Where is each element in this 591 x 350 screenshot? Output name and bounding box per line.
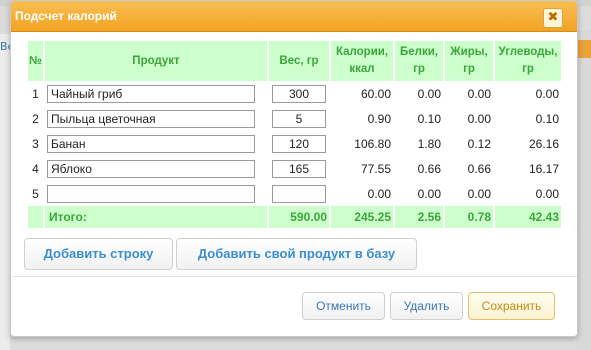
protein-value: 1.80 [417, 136, 441, 151]
table-row: 5 0.00 0.00 0.00 0.00 [28, 181, 561, 206]
carbs-value: 0.10 [535, 111, 559, 126]
row-index: 4 [32, 161, 39, 176]
header-product: Продукт [45, 41, 267, 81]
total-row: Итого: 590.00 245.25 2.56 0.78 42.43 [28, 206, 561, 228]
header-index: № [28, 41, 43, 81]
weight-input[interactable] [272, 134, 326, 153]
carbs-value: 0.00 [535, 186, 559, 201]
product-cell [45, 156, 267, 181]
header-weight: Вес, гр [269, 41, 329, 81]
calories-value: 106.80 [354, 136, 391, 151]
dialog-title: Подсчет калорий [15, 9, 117, 23]
save-button[interactable]: Сохранить [468, 292, 555, 320]
background-orange-bar [576, 40, 591, 58]
protein-value: 0.00 [417, 86, 441, 101]
weight-cell [269, 181, 329, 206]
total-carbs: 42.43 [495, 206, 561, 228]
total-fat: 0.78 [445, 206, 493, 228]
header-protein-line2: гр [413, 63, 425, 75]
total-calories: 245.25 [331, 206, 393, 228]
background-page-left [0, 34, 10, 350]
background-link-fragment: Ве [0, 40, 10, 53]
table-row: 2 0.90 0.10 0.00 0.10 [28, 106, 561, 131]
row-index: 3 [32, 136, 39, 151]
total-index-cell [28, 206, 43, 228]
header-calories-line2: ккал [349, 63, 375, 75]
header-protein-line1: Белки, [400, 46, 438, 58]
weight-input[interactable] [272, 84, 326, 103]
fat-value: 0.66 [467, 161, 491, 176]
fat-value: 0.00 [467, 111, 491, 126]
header-carbs-line1: Углеводы, [498, 46, 558, 58]
calorie-table: № Продукт Вес, гр Калории, ккал Белки, гр … [26, 41, 563, 228]
protein-value: 0.66 [417, 161, 441, 176]
table-row: 4 77.55 0.66 0.66 16.17 [28, 156, 561, 181]
header-fat: Жиры, гр [445, 41, 493, 81]
header-carbs-line2: гр [522, 63, 534, 75]
total-protein: 2.56 [395, 206, 443, 228]
background-page-right [576, 30, 591, 350]
weight-input[interactable] [272, 109, 326, 128]
carbs-value: 26.16 [528, 136, 559, 151]
fat-value: 0.00 [467, 86, 491, 101]
weight-cell [269, 81, 329, 106]
calories-value: 77.55 [360, 161, 391, 176]
total-weight: 590.00 [269, 206, 329, 228]
product-cell [45, 181, 267, 206]
cancel-button[interactable]: Отменить [302, 292, 385, 320]
product-input[interactable] [47, 184, 255, 203]
calorie-dialog: Подсчет калорий ✖ № Продукт Вес, гр Кало… [10, 0, 578, 337]
product-cell [45, 81, 267, 106]
carbs-value: 0.00 [535, 86, 559, 101]
table-row: 3 106.80 1.80 0.12 26.16 [28, 131, 561, 156]
calories-value: 0.90 [367, 111, 391, 126]
calories-value: 0.00 [367, 186, 391, 201]
calories-value: 60.00 [360, 86, 391, 101]
weight-cell [269, 156, 329, 181]
fat-value: 0.12 [467, 136, 491, 151]
row-index: 2 [32, 111, 39, 126]
header-carbs: Углеводы, гр [495, 41, 561, 81]
table-header-row: № Продукт Вес, гр Калории, ккал Белки, гр … [28, 41, 561, 81]
product-input[interactable] [47, 159, 255, 178]
footer-divider [11, 276, 577, 277]
header-fat-line2: гр [463, 63, 475, 75]
add-row-button[interactable]: Добавить строку [24, 238, 173, 270]
row-index: 5 [32, 186, 39, 201]
weight-cell [269, 131, 329, 156]
product-input[interactable] [47, 84, 255, 103]
fat-value: 0.00 [467, 186, 491, 201]
close-icon[interactable]: ✖ [543, 8, 563, 28]
weight-input[interactable] [272, 159, 326, 178]
product-input[interactable] [47, 109, 255, 128]
protein-value: 0.10 [417, 111, 441, 126]
header-calories-line1: Калории, [335, 46, 389, 58]
product-cell [45, 106, 267, 131]
header-calories: Калории, ккал [331, 41, 393, 81]
weight-input[interactable] [272, 184, 326, 203]
product-input[interactable] [47, 134, 255, 153]
header-weight-label: Вес, гр [279, 54, 319, 67]
add-product-button[interactable]: Добавить свой продукт в базу [176, 238, 417, 270]
row-index: 1 [32, 86, 39, 101]
carbs-value: 16.17 [528, 161, 559, 176]
total-label: Итого: [45, 206, 267, 228]
header-fat-line1: Жиры, [450, 46, 488, 58]
protein-value: 0.00 [417, 186, 441, 201]
product-cell [45, 131, 267, 156]
weight-cell [269, 106, 329, 131]
dialog-titlebar[interactable]: Подсчет калорий ✖ [11, 1, 577, 32]
header-protein: Белки, гр [395, 41, 443, 81]
table-row: 1 60.00 0.00 0.00 0.00 [28, 81, 561, 106]
delete-button[interactable]: Удалить [390, 292, 463, 320]
